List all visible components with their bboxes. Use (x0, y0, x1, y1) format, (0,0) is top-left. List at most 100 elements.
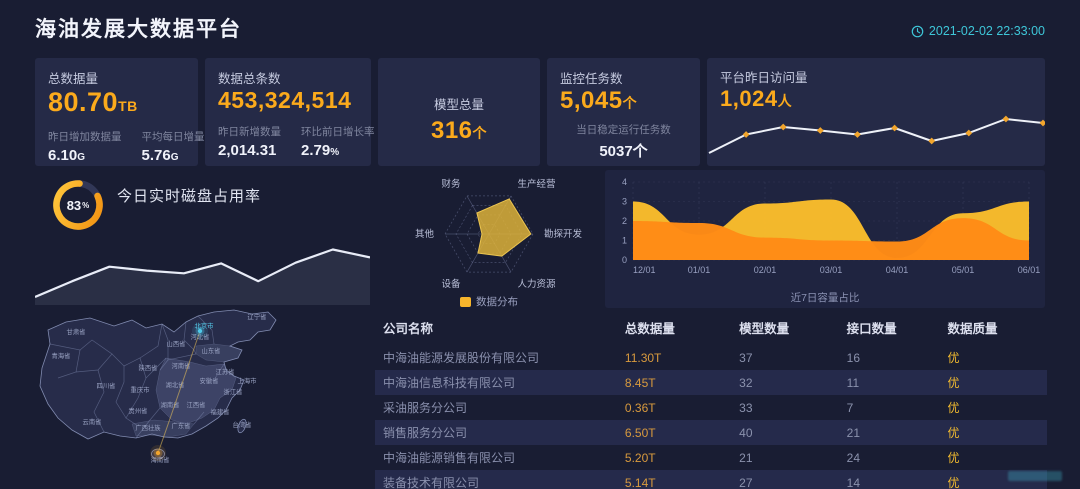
visits-line-chart (707, 102, 1045, 164)
disk-line-chart (35, 225, 370, 305)
table-row: 采油服务分公司0.36T337优 (375, 395, 1047, 420)
kpi-unit: 个 (473, 125, 488, 141)
kpi-sub: 环比前日增长率 2.79% (301, 124, 375, 159)
legend-swatch (460, 297, 471, 307)
kpi-number: 1,024 (720, 86, 778, 111)
interface-count-cell: 24 (839, 445, 940, 470)
province-label: 广西壮族 (135, 423, 161, 432)
visits-point (743, 131, 750, 138)
kpi-card-total-volume: 总数据量 80.70TB 昨日增加数据量 6.10G 平均每日增量 5.76G (35, 58, 198, 166)
kpi-unit: 个 (623, 95, 638, 111)
interface-count-cell: 7 (839, 395, 940, 420)
province-label: 云南省 (83, 417, 102, 426)
sub-value: 5037个 (560, 140, 687, 161)
interface-count-cell: 14 (839, 470, 940, 489)
watermark (1008, 471, 1062, 481)
sub-label: 昨日增加数据量 (48, 129, 122, 144)
capacity-area-chart: 0123412/0101/0102/0103/0104/0105/0106/01 (605, 170, 1045, 288)
model-count-cell: 40 (731, 420, 839, 445)
kpi-sub: 当日稳定运行任务数 5037个 (560, 122, 687, 161)
radar-axis-label: 勘探开发 (544, 228, 583, 240)
table-row: 中海油能源发展股份有限公司11.30T3716优 (375, 345, 1047, 370)
company-name-cell: 销售服务分公司 (375, 420, 617, 445)
cap-x-label: 02/01 (754, 265, 777, 275)
kpi-number: 5,045 (560, 87, 623, 114)
kpi-label: 数据总条数 (218, 68, 358, 87)
sub-unit: G (171, 152, 179, 163)
cap-y-tick: 3 (622, 197, 627, 207)
province-label: 上海市 (238, 376, 257, 385)
province-label: 江西省 (187, 400, 206, 409)
province-label: 江苏省 (216, 367, 235, 376)
cap-x-label: 04/01 (886, 265, 909, 275)
interface-count-cell: 21 (839, 420, 940, 445)
company-name-cell: 装备技术有限公司 (375, 470, 617, 489)
cap-y-tick: 2 (622, 216, 627, 226)
sub-unit: G (77, 152, 85, 163)
total-data-cell: 5.20T (617, 445, 731, 470)
visits-point (1040, 120, 1045, 127)
disk-percent-unit: % (82, 201, 89, 210)
interface-count-cell: 11 (839, 370, 940, 395)
dashboard: 海油发展大数据平台 2021-02-02 22:33:00 总数据量 80.70… (0, 0, 1080, 489)
province-label: 安徽省 (200, 376, 219, 385)
kpi-subs: 昨日新增数量 2,014.31 环比前日增长率 2.79% (218, 124, 358, 159)
total-data-cell: 11.30T (617, 345, 731, 370)
province-label: 四川省 (97, 381, 116, 390)
sub-number: 2.79 (301, 142, 330, 159)
kpi-number: 316 (431, 117, 473, 144)
kpi-sub: 昨日增加数据量 6.10G (48, 129, 122, 164)
visits-point (854, 131, 861, 138)
visits-line (709, 119, 1043, 153)
kpi-number: 80.70 (48, 87, 118, 117)
radar-axis-label: 人力资源 (518, 278, 557, 290)
kpi-sub: 昨日新增数量 2,014.31 (218, 124, 281, 159)
cap-x-label: 05/01 (952, 265, 975, 275)
radar-chart: 财务 生产经营勘探开发人力资源 设备 其他 (378, 172, 600, 294)
china-map: 甘肃省青海省四川省重庆市贵州省云南省陕西省山西省河南省湖北省湖南省江西省山东省河… (28, 306, 363, 482)
radar-axis-label: 财务 (441, 178, 461, 190)
province-label: 广东省 (172, 421, 191, 430)
kpi-card-total-records: 数据总条数 453,324,514 昨日新增数量 2,014.31 环比前日增长… (205, 58, 371, 166)
sub-value: 2,014.31 (218, 142, 281, 159)
kpi-unit: TB (118, 98, 138, 114)
legend-label: 数据分布 (476, 294, 518, 309)
kpi-card-visits: 平台昨日访问量 1,024人 (707, 58, 1045, 166)
kpi-value: 5,045个 (560, 87, 687, 115)
data-quality-cell: 优 (939, 420, 1047, 445)
table-header-row: 公司名称 总数据量 模型数量 接口数量 数据质量 (375, 312, 1047, 345)
sub-label: 当日稳定运行任务数 (560, 122, 687, 137)
kpi-value: 453,324,514 (218, 87, 358, 113)
province-label: 浙江省 (224, 387, 243, 396)
company-name-cell: 中海油能源销售有限公司 (375, 445, 617, 470)
capacity-panel: 0123412/0101/0102/0103/0104/0105/0106/01… (605, 170, 1045, 308)
radar-axis-label: 设备 (441, 278, 461, 290)
radar-axis-label: 其他 (415, 228, 435, 240)
col-interface-count: 接口数量 (839, 312, 940, 345)
timestamp-text: 2021-02-02 22:33:00 (929, 24, 1045, 38)
col-model-count: 模型数量 (731, 312, 839, 345)
data-quality-cell: 优 (939, 345, 1047, 370)
total-data-cell: 6.50T (617, 420, 731, 445)
visits-point (780, 124, 787, 131)
kpi-unit: 人 (778, 93, 793, 109)
total-data-cell: 5.14T (617, 470, 731, 489)
kpi-subs: 昨日增加数据量 6.10G 平均每日增量 5.76G (48, 129, 185, 164)
kpi-value: 316个 (391, 117, 527, 145)
kpi-card-total-models: 模型总量 316个 (378, 58, 540, 166)
cap-x-label: 12/01 (633, 265, 656, 275)
radar-panel: 财务 生产经营勘探开发人力资源 设备 其他 数据分布 (378, 172, 600, 308)
table-row: 装备技术有限公司5.14T2714优 (375, 470, 1047, 489)
province-label: 陕西省 (139, 363, 158, 372)
sub-unit: % (330, 147, 339, 158)
province-label: 福建省 (211, 407, 230, 416)
kpi-label: 平台昨日访问量 (720, 67, 808, 86)
province-label: 山西省 (167, 339, 186, 348)
kpi-value: 1,024人 (720, 86, 808, 111)
radar-axis-label: 生产经营 (518, 178, 556, 190)
cap-x-label: 03/01 (820, 265, 843, 275)
timestamp: 2021-02-02 22:33:00 (911, 24, 1045, 38)
interface-count-cell: 16 (839, 345, 940, 370)
province-label: 重庆市 (131, 385, 150, 394)
model-count-cell: 27 (731, 470, 839, 489)
